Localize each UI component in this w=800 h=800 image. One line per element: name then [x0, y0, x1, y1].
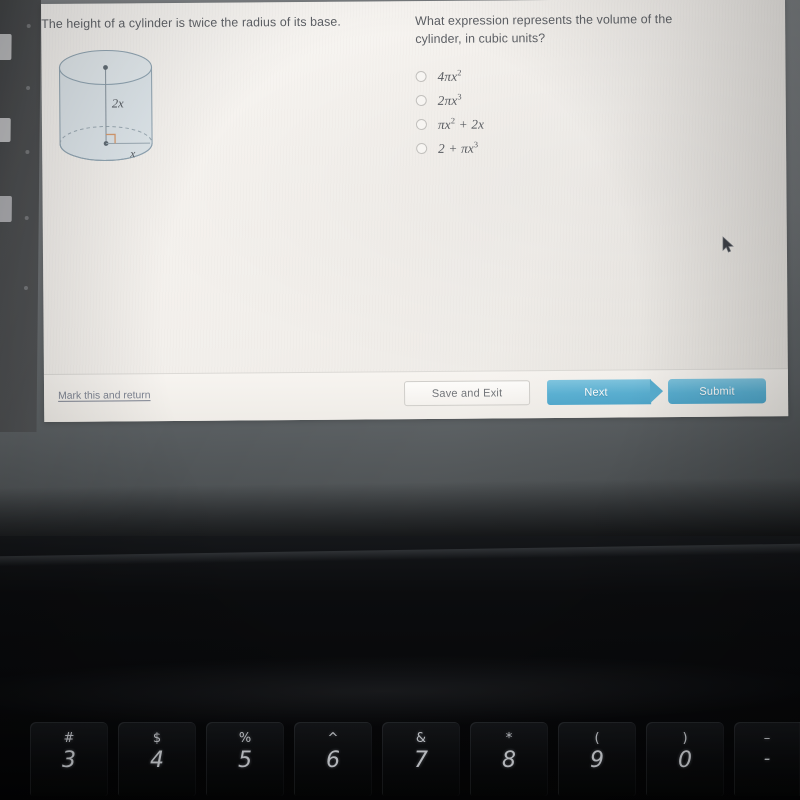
key-4-symbol: $ — [152, 731, 162, 746]
key-7-symbol: & — [415, 731, 427, 746]
key-3-symbol: # — [63, 731, 75, 746]
key-6-symbol: ^ — [327, 731, 339, 746]
radio-button-a[interactable] — [415, 71, 427, 83]
deck-highlight-band — [0, 651, 800, 731]
photo-of-laptop-screen: The height of a cylinder is twice the ra… — [0, 0, 800, 800]
key-3[interactable]: # 3 — [30, 722, 108, 796]
browser-sidebar-strip[interactable] — [0, 0, 42, 432]
key-3-number: 3 — [62, 748, 76, 773]
question-stem: The height of a cylinder is twice the ra… — [41, 14, 341, 31]
key-hyphen-symbol: – — [763, 731, 771, 746]
sidebar-chip-2[interactable] — [0, 118, 11, 142]
sidebar-dot-1 — [26, 24, 31, 28]
radio-button-d[interactable] — [416, 143, 428, 155]
laptop-keyboard-deck: # 3 $ 4 % 5 ^ 6 & 7 * 8 (9) 0 – - — [0, 536, 800, 800]
sidebar-dot-2 — [26, 86, 31, 90]
answer-label-b: 2πx3 — [437, 92, 462, 108]
radio-button-c[interactable] — [415, 119, 428, 131]
key-4-number: 4 — [150, 748, 164, 773]
answer-option-b[interactable]: 2πx3 — [415, 86, 766, 113]
key-0-symbol: ) — [682, 731, 688, 746]
answer-option-c[interactable]: πx2 + 2x — [415, 110, 766, 137]
sidebar-chip-3[interactable] — [0, 196, 12, 222]
key-8-number: 8 — [502, 748, 516, 773]
sidebar-dot-3 — [25, 150, 30, 154]
key-6-number: 6 — [326, 748, 340, 773]
key-9-symbol: ( — [594, 731, 600, 746]
question-right-column: What expression represents the volume of… — [415, 10, 766, 161]
key-8-symbol: * — [505, 731, 513, 746]
keyboard-number-row: # 3 $ 4 % 5 ^ 6 & 7 * 8 (9) 0 – - — [0, 722, 800, 800]
answer-label-a: 4πx2 — [437, 68, 462, 84]
radio-button-b[interactable] — [415, 95, 427, 107]
key-4[interactable]: $ 4 — [118, 722, 196, 796]
key-9-number: 9 — [590, 748, 604, 773]
svg-text:x: x — [129, 148, 136, 160]
key-5-symbol: % — [238, 731, 252, 746]
cylinder-diagram: 2x x — [45, 45, 166, 166]
svg-text:2x: 2x — [112, 96, 124, 110]
sidebar-dot-4 — [24, 216, 29, 220]
quiz-content: The height of a cylinder is twice the ra… — [41, 0, 788, 374]
key-5-number: 5 — [238, 748, 252, 773]
key-6[interactable]: ^ 6 — [294, 722, 372, 796]
answer-label-c: πx2 + 2x — [437, 116, 485, 132]
key-0[interactable]: ) 0 — [646, 722, 724, 796]
answer-label-d: 2 + πx3 — [438, 140, 479, 156]
key-8[interactable]: * 8 — [470, 722, 548, 796]
save-and-exit-button[interactable]: Save and Exit — [403, 380, 531, 407]
key-hyphen[interactable]: – - — [734, 722, 800, 796]
key-hyphen-number: - — [763, 748, 771, 769]
key-0-number: 0 — [678, 748, 692, 773]
sidebar-chip-1[interactable] — [0, 34, 12, 60]
key-7[interactable]: & 7 — [382, 722, 460, 796]
submit-button[interactable]: Submit — [667, 378, 767, 405]
question-prompt: What expression represents the volume of… — [415, 12, 673, 47]
sidebar-dot-5 — [23, 286, 29, 290]
next-button[interactable]: Next — [546, 379, 652, 406]
answer-choices: 4πx2 2πx3 πx2 + 2x 2 + πx3 — [415, 62, 766, 161]
key-9[interactable]: ( 9 — [558, 722, 636, 796]
laptop-screen: The height of a cylinder is twice the ra… — [0, 0, 800, 548]
cylinder-svg: 2x x — [58, 49, 153, 161]
answer-option-a[interactable]: 4πx2 — [415, 62, 765, 89]
key-5[interactable]: % 5 — [206, 722, 284, 796]
mark-this-and-return-link[interactable]: Mark this and return — [58, 390, 150, 402]
deck-seam — [0, 543, 800, 567]
quiz-footer: Mark this and return Save and Exit Next … — [43, 368, 789, 422]
question-left-column: The height of a cylinder is twice the ra… — [41, 13, 412, 166]
footer-button-row: Save and Exit Next Submit — [403, 378, 767, 407]
key-7-number: 7 — [414, 748, 428, 773]
quiz-page: The height of a cylinder is twice the ra… — [41, 0, 789, 422]
answer-option-d[interactable]: 2 + πx3 — [416, 134, 766, 161]
